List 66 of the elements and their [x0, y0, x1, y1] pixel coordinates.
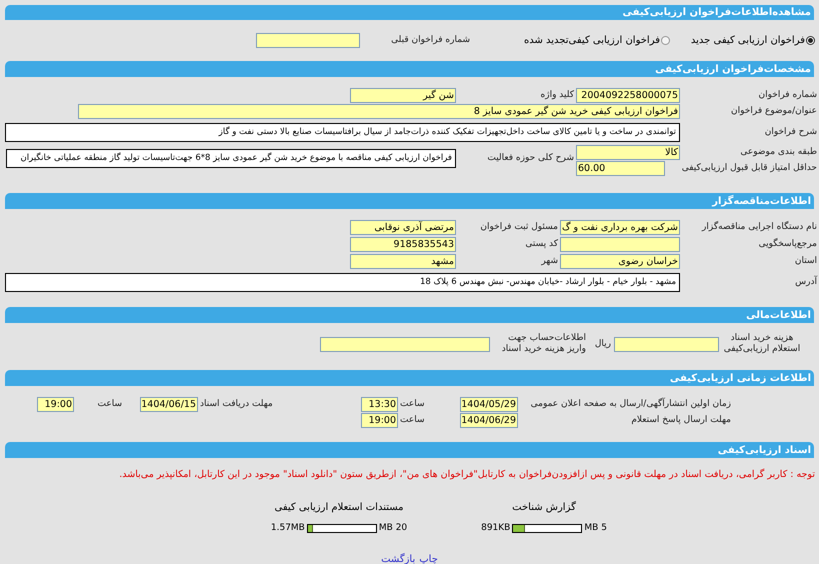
file-size: 1.57MB — [270, 522, 305, 535]
field-label: شماره فراخوان قبلی — [391, 35, 470, 46]
field-label: عنوان/موضوع فراخوان — [731, 106, 818, 117]
radio-label[interactable]: فراخوان ارزیابی کیفی‌تجدید شده — [524, 33, 660, 48]
size-limit: 20 MB — [378, 522, 408, 535]
field-label: کد پستی — [525, 238, 559, 250]
text-field[interactable] — [256, 33, 360, 48]
field-label: کلید واژه — [540, 90, 575, 101]
text-field[interactable] — [560, 236, 680, 252]
footer-link[interactable]: بازگشت — [381, 552, 416, 564]
file-size: 891KB — [481, 522, 510, 535]
section-header: اطلاعات‌مالی — [5, 307, 814, 323]
field-label: استان — [794, 256, 818, 266]
field-label: نام دستگاه اجرایی مناقصه‌گزار — [702, 222, 818, 232]
field-label: شهر — [541, 256, 559, 266]
text-field[interactable]: 1404/06/29 — [460, 413, 518, 428]
text-field[interactable]: 2004092258000075 — [576, 88, 680, 103]
text-area[interactable]: مشهد - بلوار خیام - بلوار ارشاد -خیابان مهندس- نبش مهندس 6 پلاک 18 — [5, 273, 680, 292]
field-label: حداقل امتیاز قابل قبول ارزیابی‌کیفی — [682, 163, 818, 174]
text-field[interactable]: مشهد — [350, 254, 456, 268]
field-label: شماره فراخوان — [758, 90, 818, 101]
notice-text: توجه : کاربر گرامی، دریافت اسناد در مهلت قانونی و پس ازافزودن‌فراخوان به کارتابل"فراخوان های من"، ازطریق ستون "دانلود اسناد" موجود در این کارتابل، امکانپذیر می‌باشد. — [119, 469, 815, 480]
text-field[interactable]: کالا — [576, 145, 680, 160]
text-field[interactable]: 9185835543 — [350, 236, 456, 252]
text-field[interactable]: خراسان رضوی — [560, 254, 680, 268]
radio-button[interactable] — [806, 36, 815, 45]
radio-label[interactable]: فراخوان ارزیابی کیفی جدید — [690, 33, 805, 48]
field-label: مسئول ثبت فراخوان — [480, 222, 559, 232]
text-field[interactable]: 1404/06/15 — [140, 397, 198, 412]
text-field[interactable]: 1404/05/29 — [460, 397, 518, 412]
field-label: شرح کلی حوزه فعالیت — [487, 153, 575, 164]
text-field[interactable]: 60.00 — [576, 161, 665, 176]
field-label: مهلت ارسال پاسخ استعلام — [631, 415, 731, 426]
field-label: مرجع‌پاسخگویی — [758, 238, 818, 250]
text-field[interactable]: 13:30 — [361, 397, 398, 412]
text-field[interactable] — [614, 336, 719, 352]
text-field[interactable]: شرکت بهره برداری نفت و گ — [560, 220, 680, 234]
radio-button[interactable] — [661, 36, 670, 45]
size-limit: 5 MB — [584, 522, 607, 535]
text-field[interactable]: شن گیر — [350, 88, 456, 103]
section-header: مشاهده‌اطلاعات‌فراخوان ارزیابی‌کیفی — [5, 5, 814, 20]
text-field[interactable]: فراخوان ارزیابی کیفی خرید شن گیر عمودی سایز 8 — [78, 104, 680, 119]
field-label: مهلت دریافت اسناد — [199, 399, 273, 410]
field-label: طبقه بندی موضوعی — [740, 147, 818, 158]
field-label: اطلاعات‌حساب جهت واریز هزینه خرید اسناد — [500, 333, 587, 355]
field-label: آدرس — [795, 277, 818, 288]
document-title: مستندات استعلام ارزیابی کیفی — [274, 501, 404, 515]
text-field[interactable]: مرتضی آذری نوقابی — [350, 220, 456, 234]
section-header: اطلاعات زمانی ارزیابی‌کیفی — [5, 370, 814, 386]
field-label: ریال — [594, 338, 612, 350]
field-label: ساعت — [399, 399, 424, 410]
field-label: ساعت — [399, 415, 424, 426]
text-area[interactable]: فراخوان ارزیابی کیفی مناقصه با موضوع خرید شن گیر عمودی سایز 8*6 جهت‌تاسیسات تولید گاز منطقه عملیاتی خانگیران — [6, 149, 456, 168]
field-label: ساعت — [98, 399, 123, 410]
text-field[interactable] — [320, 336, 490, 352]
section-header: اسناد ارزیابی‌کیفی — [5, 442, 814, 458]
text-area[interactable]: توانمندی در ساخت و یا تامین کالای ساخت داخل‌تجهیزات تفکیک کننده ذرات‌جامد از سیال برافتاسیسات صنایع بالا دستی نفت و گاز — [5, 123, 680, 142]
text-field[interactable]: 19:00 — [37, 397, 74, 412]
section-header: مشخصات‌فراخوان ارزیابی‌کیفی — [5, 61, 814, 77]
field-label: هزینه خرید اسناد استعلام ارزیابی‌کیفی — [722, 333, 802, 355]
section-header: اطلاعات‌مناقصه‌گزار — [5, 193, 814, 209]
document-title: گزارش شناخت — [512, 500, 576, 515]
field-label: زمان اولین انتشارآگهی/ارسال به صفحه اعلان عمومی — [530, 399, 731, 410]
field-label: شرح فراخوان — [764, 127, 818, 138]
text-field[interactable]: 19:00 — [361, 413, 398, 428]
footer-link[interactable]: چاپ — [419, 552, 438, 564]
